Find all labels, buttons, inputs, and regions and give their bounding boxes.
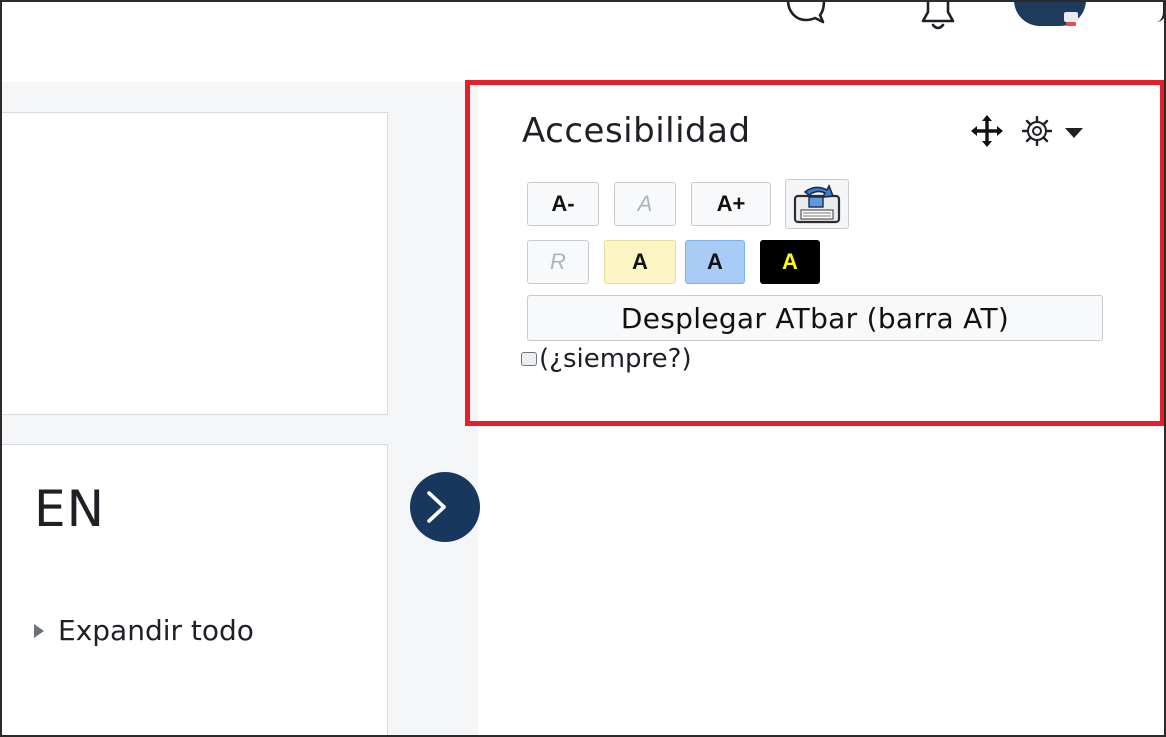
reset-colour-button[interactable]: R: [527, 240, 589, 284]
chevron-right-icon: [427, 491, 446, 523]
decrease-text-size-button[interactable]: A-: [527, 182, 599, 226]
course-title: EN: [34, 480, 105, 538]
blue-colour-scheme-button[interactable]: A: [685, 240, 745, 284]
content-card: [2, 112, 388, 415]
block-title: Accesibilidad: [522, 111, 751, 151]
expand-triangle-icon: [34, 623, 44, 638]
caret-down-icon[interactable]: [1064, 124, 1084, 143]
always-label: (¿siempre?): [539, 344, 692, 374]
user-avatar[interactable]: [1014, 2, 1086, 26]
avatar-badge-marker: [1066, 22, 1076, 26]
gear-icon[interactable]: [1021, 115, 1053, 150]
save-settings-icon: [793, 184, 841, 224]
black-colour-scheme-button[interactable]: A: [760, 240, 820, 284]
increase-text-size-button[interactable]: A+: [691, 182, 771, 226]
save-settings-button[interactable]: [785, 179, 849, 229]
expand-all-link[interactable]: Expandir todo: [34, 614, 254, 647]
block-controls: [970, 114, 1084, 152]
always-option[interactable]: (¿siempre?): [521, 344, 692, 374]
bell-icon[interactable]: [920, 2, 956, 32]
screenshot-frame: EN Expandir todo Accesibilidad A- A A+ R…: [0, 0, 1166, 737]
top-navbar: [2, 2, 1164, 82]
avatar-badge: [1064, 12, 1078, 22]
message-icon[interactable]: [784, 2, 828, 26]
move-icon[interactable]: [970, 114, 1004, 152]
reset-text-size-button[interactable]: A: [614, 182, 676, 226]
overflow-icon[interactable]: [1152, 2, 1164, 22]
expand-all-label: Expandir todo: [58, 614, 254, 647]
launch-atbar-button[interactable]: Desplegar ATbar (barra AT): [527, 295, 1103, 341]
always-checkbox[interactable]: [521, 352, 537, 366]
yellow-colour-scheme-button[interactable]: A: [604, 240, 676, 284]
drawer-toggle-button[interactable]: [410, 472, 480, 542]
